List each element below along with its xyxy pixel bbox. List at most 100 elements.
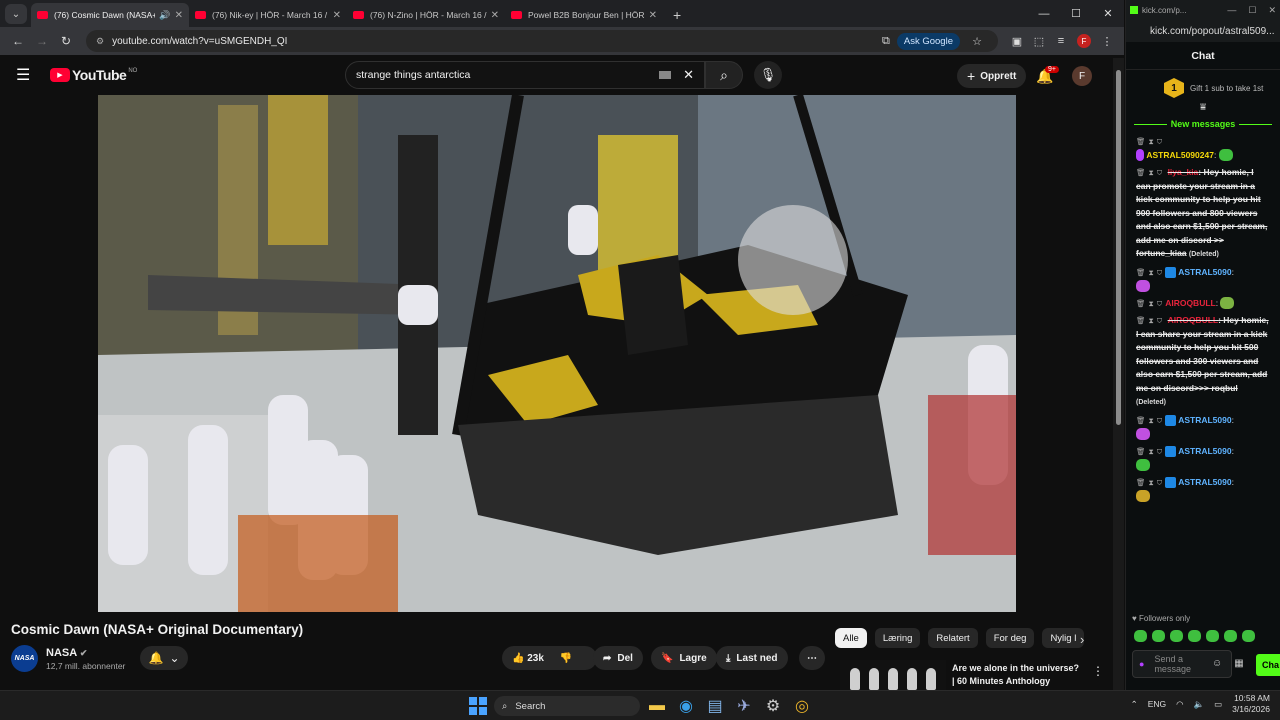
- minimize-icon[interactable]: —: [1028, 8, 1060, 20]
- back-icon[interactable]: ←: [6, 34, 30, 48]
- app-icon-2[interactable]: ✈: [735, 696, 753, 716]
- mod-tools-icon[interactable]: 🗑⧗⛉: [1136, 416, 1165, 425]
- install-app-icon[interactable]: ⧉: [875, 35, 897, 48]
- scrollbar-thumb[interactable]: [1116, 70, 1121, 425]
- chat-username[interactable]: ASTRAL5090: [1178, 415, 1231, 425]
- tab-search-button[interactable]: ⌄: [5, 4, 27, 24]
- close-tab-icon[interactable]: ✕: [333, 10, 341, 21]
- emote-icon[interactable]: [1242, 630, 1255, 642]
- wifi-icon[interactable]: ◠: [1176, 699, 1183, 710]
- address-bar[interactable]: ⚙ youtube.com/watch?v=uSMGENDH_QI ⧉ Ask …: [86, 30, 998, 52]
- extensions-icon[interactable]: ⬚: [1028, 35, 1050, 48]
- hamburger-menu-icon[interactable]: ☰: [16, 65, 36, 85]
- emote-icon[interactable]: [1170, 630, 1183, 642]
- mod-tools-icon[interactable]: 🗑⧗⛉: [1136, 299, 1165, 308]
- keyboard-icon[interactable]: [659, 71, 672, 79]
- chip-all[interactable]: Alle: [835, 628, 867, 648]
- close-window-icon[interactable]: ✕: [1268, 5, 1276, 16]
- clock[interactable]: 10:58 AM 3/16/2026: [1232, 693, 1270, 715]
- chat-username[interactable]: AIROQBULL: [1165, 298, 1216, 308]
- channel-avatar[interactable]: NASA: [11, 645, 38, 672]
- channel-name[interactable]: NASA ✔: [46, 647, 125, 659]
- volume-icon[interactable]: 🔈: [1194, 699, 1205, 710]
- tab-powel[interactable]: Powel B2B Bonjour Ben | HÖR - ✕: [505, 3, 663, 27]
- chat-username[interactable]: ASTRAL5090: [1178, 446, 1231, 456]
- file-explorer-icon[interactable]: ▬: [648, 696, 666, 716]
- chip-recent[interactable]: Nylig l: [1042, 628, 1085, 648]
- save-button[interactable]: 🔖 Lagre: [651, 646, 717, 670]
- ask-google-button[interactable]: Ask Google: [896, 32, 960, 50]
- page-scrollbar[interactable]: [1113, 58, 1124, 690]
- chat-username[interactable]: ASTRAL5090247: [1146, 150, 1214, 160]
- chip-for-you[interactable]: For deg: [985, 628, 1035, 648]
- mod-tools-icon[interactable]: 🗑⧗⛉: [1136, 316, 1165, 325]
- chat-username[interactable]: ASTRAL5090: [1178, 267, 1231, 277]
- mod-tools-icon[interactable]: 🗑⧗⛉: [1136, 137, 1165, 146]
- site-info-icon[interactable]: ⚙: [96, 36, 104, 47]
- close-tab-icon[interactable]: ✕: [175, 10, 183, 21]
- voice-search-button[interactable]: 🎙: [754, 61, 782, 89]
- menu-dots-icon[interactable]: ⋮: [1096, 35, 1118, 48]
- tab-groups-icon[interactable]: ▣: [1006, 35, 1028, 48]
- clear-search-icon[interactable]: ✕: [683, 67, 694, 83]
- media-icon[interactable]: ≡: [1050, 35, 1072, 47]
- like-button[interactable]: 👍 23k: [512, 653, 544, 664]
- forward-icon[interactable]: →: [30, 34, 54, 48]
- search-input[interactable]: strange things antarctica ✕: [345, 61, 705, 89]
- chrome-icon[interactable]: ◎: [793, 696, 811, 716]
- video-player[interactable]: [98, 95, 1016, 612]
- language-indicator[interactable]: ENG: [1148, 699, 1166, 709]
- chevron-right-icon[interactable]: ›: [1080, 632, 1084, 647]
- emote-icon[interactable]: [1206, 630, 1219, 642]
- emote-icon[interactable]: [1224, 630, 1237, 642]
- mod-tools-icon[interactable]: 🗑⧗⛉: [1136, 478, 1165, 487]
- tab-cosmic-dawn[interactable]: (76) Cosmic Dawn (NASA+ 🔊 ✕: [31, 3, 189, 27]
- close-tab-icon[interactable]: ✕: [491, 10, 499, 21]
- emote-icon[interactable]: [1134, 630, 1147, 642]
- download-button[interactable]: ⤓ Last ned: [716, 646, 788, 670]
- mic-icon[interactable]: ●: [1139, 659, 1144, 669]
- recommended-title[interactable]: Are we alone in the universe? | 60 Minut…: [952, 662, 1082, 688]
- maximize-icon[interactable]: ☐: [1248, 5, 1256, 16]
- chevron-up-icon[interactable]: ⌃: [1131, 699, 1138, 710]
- windows-start-icon[interactable]: [469, 697, 487, 715]
- emote-icon[interactable]: [1188, 630, 1201, 642]
- taskbar-search[interactable]: ⌕ Search: [494, 696, 640, 716]
- speaker-icon[interactable]: 🔊: [159, 10, 170, 21]
- chat-username[interactable]: ASTRAL5090: [1178, 477, 1231, 487]
- battery-icon[interactable]: ▭: [1214, 699, 1222, 710]
- dislike-button[interactable]: 👎: [560, 653, 572, 664]
- recommended-thumbnail[interactable]: [840, 660, 946, 690]
- account-avatar[interactable]: F: [1072, 66, 1092, 86]
- close-window-icon[interactable]: ✕: [1092, 7, 1124, 20]
- tab-n-zino[interactable]: (76) N-Zino | HÖR - March 16 / ✕: [347, 3, 505, 27]
- tab-nik-ey[interactable]: (76) Nik-ey | HÖR - March 16 / ✕: [189, 3, 347, 27]
- app-icon[interactable]: ▤: [706, 696, 724, 716]
- share-button[interactable]: ➦ Del: [593, 646, 643, 670]
- minimize-icon[interactable]: —: [1227, 5, 1236, 16]
- new-tab-icon[interactable]: +: [673, 7, 681, 23]
- chip-related[interactable]: Relatert: [928, 628, 978, 648]
- gift-sub-banner[interactable]: 1 Gift 1 sub to take 1st: [1126, 70, 1280, 98]
- send-chat-button[interactable]: Cha: [1256, 654, 1280, 676]
- profile-avatar[interactable]: F: [1077, 34, 1091, 48]
- close-tab-icon[interactable]: ✕: [649, 10, 657, 21]
- app-icon-3[interactable]: ⚙: [764, 696, 782, 716]
- recommended-menu-icon[interactable]: ⋮: [1092, 664, 1104, 678]
- create-button[interactable]: + Opprett: [957, 64, 1027, 88]
- subscription-bell-button[interactable]: 🔔 ⌄: [140, 646, 188, 670]
- search-button[interactable]: ⌕: [705, 61, 743, 89]
- chat-username[interactable]: AIROQBULL: [1168, 315, 1219, 325]
- grid-icon[interactable]: ▦: [1234, 658, 1243, 669]
- bookmark-star-icon[interactable]: ☆: [966, 35, 988, 48]
- emote-icon[interactable]: [1152, 630, 1165, 642]
- youtube-logo[interactable]: ▶ YouTube NO: [50, 67, 137, 83]
- filter-icon[interactable]: ⩸: [1126, 102, 1280, 113]
- emote-picker-icon[interactable]: ☺: [1212, 658, 1222, 669]
- mod-tools-icon[interactable]: 🗑⧗⛉: [1136, 168, 1165, 177]
- mod-tools-icon[interactable]: 🗑⧗⛉: [1136, 268, 1165, 277]
- maximize-icon[interactable]: ☐: [1060, 7, 1092, 20]
- reload-icon[interactable]: ↻: [54, 34, 78, 48]
- chip-learning[interactable]: Læring: [874, 628, 921, 648]
- mod-tools-icon[interactable]: 🗑⧗⛉: [1136, 447, 1165, 456]
